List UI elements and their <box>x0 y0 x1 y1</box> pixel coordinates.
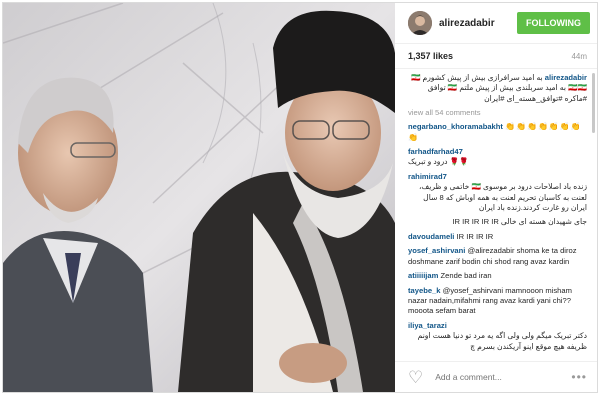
list-item: yosef_ashirvani @alirezadabir shoma ke t… <box>408 246 587 267</box>
following-button[interactable]: FOLLOWING <box>517 12 590 34</box>
post-username[interactable]: alirezadabir <box>439 18 517 29</box>
add-comment-input[interactable] <box>433 371 572 383</box>
comment-text: جای شهیدان هسته ای خالی IR IR IR IR IR <box>452 217 587 227</box>
post-photo[interactable] <box>3 3 395 392</box>
comment-username[interactable]: negarbano_khoramabakht <box>408 122 503 131</box>
comments-scrollbar[interactable] <box>592 73 595 133</box>
comment-text: IR IR IR IR <box>456 231 494 241</box>
comment-username[interactable]: yosef_ashirvani <box>408 246 465 255</box>
post-meta: 1,357 likes 44m <box>395 44 597 69</box>
comment-username[interactable]: atiiiiijam <box>408 271 438 280</box>
comment-username[interactable]: iliya_tarazi <box>408 321 447 330</box>
comments-list: alirezadabir به امید سرافرازی بیش از پیش… <box>395 69 597 361</box>
list-item: atiiiiijam Zende bad iran <box>408 271 587 281</box>
comment-username[interactable]: davoudameli <box>408 232 454 241</box>
view-all-comments-link[interactable]: view all 54 comments <box>408 108 587 117</box>
instagram-post: alirezadabir FOLLOWING 1,357 likes 44m a… <box>2 2 598 393</box>
comment-text: Zende bad iran <box>440 271 492 281</box>
post-footer: ♡ ••• <box>395 361 597 392</box>
list-item: iliya_tarazi دکتر تبریک میگم ولی ولی اگه… <box>408 321 587 352</box>
comment-text: درود و تبریک 🌹🌹 <box>408 157 469 167</box>
more-options-icon[interactable]: ••• <box>571 370 587 384</box>
post-header: alirezadabir FOLLOWING <box>395 3 597 44</box>
list-item: davoudameli IR IR IR IR <box>408 232 587 242</box>
comment-text: دکتر تبریک میگم ولی ولی اگه یه مرد تو دن… <box>417 331 587 351</box>
comment-username[interactable]: tayebe_k <box>408 286 441 295</box>
likes-count[interactable]: 1,357 likes <box>408 51 453 61</box>
list-item: alirezadabir به امید سرافرازی بیش از پیش… <box>408 73 587 104</box>
heart-icon[interactable]: ♡ <box>408 369 423 386</box>
list-item: جای شهیدان هسته ای خالی IR IR IR IR IR <box>408 217 587 227</box>
post-time: 44m <box>571 51 587 61</box>
list-item: rahimirad7 زنده باد اصلاحات درود بر موسو… <box>408 172 587 214</box>
list-item: farhadfarhad47 درود و تبریک 🌹🌹 <box>408 147 587 168</box>
list-item: tayebe_k @yosef_ashirvani mamnooon misha… <box>408 286 587 317</box>
comment-username[interactable]: farhadfarhad47 <box>408 147 463 156</box>
comment-text: زنده باد اصلاحات درود بر موسوی 🇮🇷 خاتمی … <box>418 182 587 213</box>
comment-username[interactable]: rahimirad7 <box>408 172 447 181</box>
comment-username[interactable]: alirezadabir <box>545 73 587 82</box>
post-sidebar: alirezadabir FOLLOWING 1,357 likes 44m a… <box>395 3 597 392</box>
list-item: negarbano_khoramabakht 👏👏👏👏👏👏👏👏 <box>408 122 587 143</box>
avatar[interactable] <box>408 11 432 35</box>
